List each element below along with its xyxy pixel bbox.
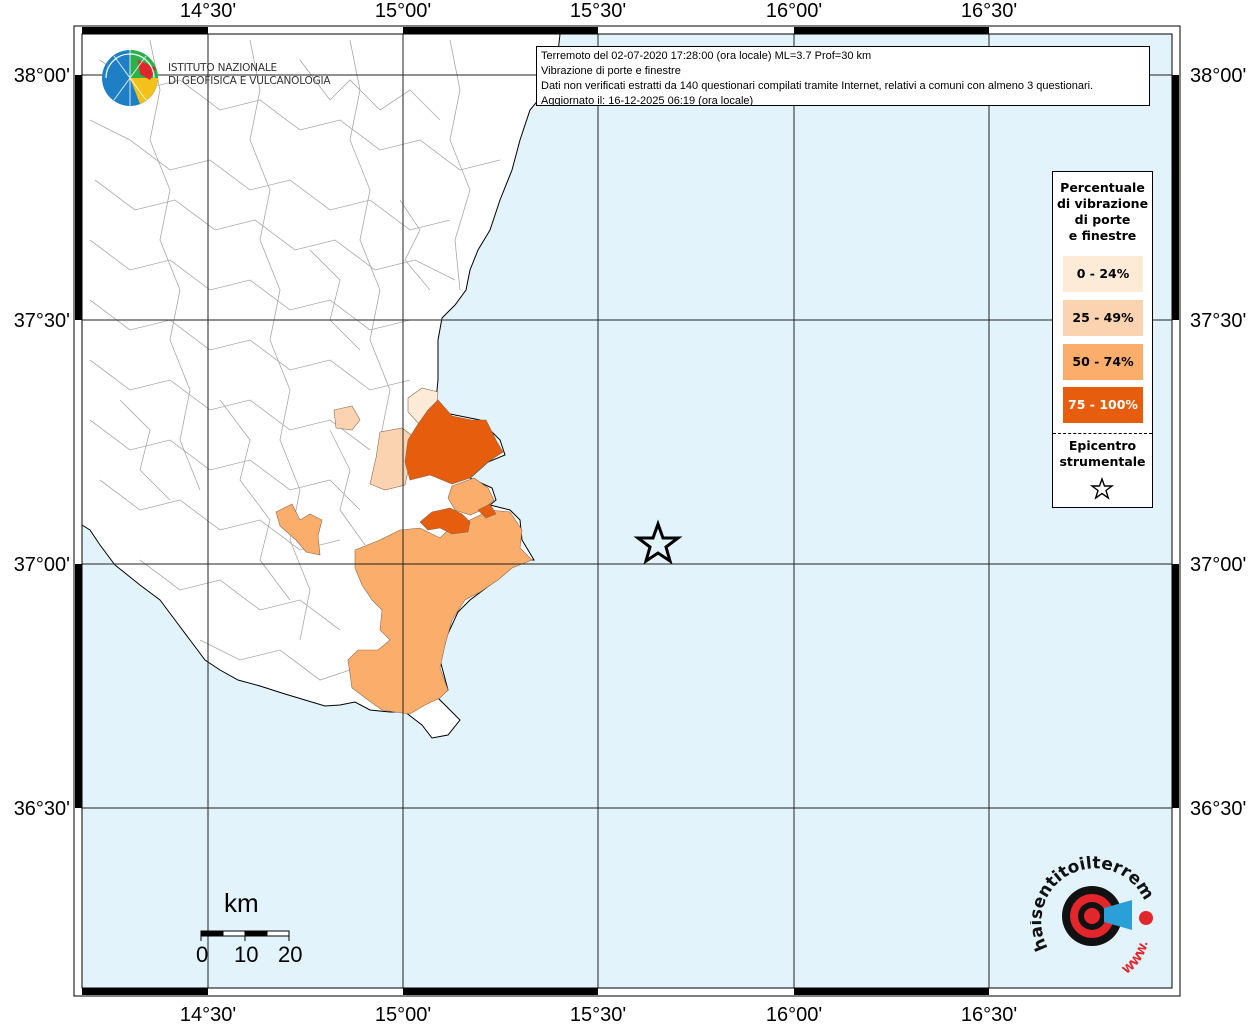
event-subtitle: Vibrazione di porte e finestre <box>541 65 681 77</box>
legend-title-line: e finestre <box>1068 228 1137 243</box>
lon-labels-top: 14°30' 15°00' 15°30' 16°00' 16°30' <box>180 0 1017 22</box>
legend-divider <box>1053 433 1152 434</box>
event-title: Terremoto del 02-07-2020 17:28:00 (ora l… <box>541 50 872 62</box>
legend-epicenter-line: strumentale <box>1059 454 1146 469</box>
legend-epicenter-line: Epicentro <box>1068 438 1137 453</box>
lon-labels-bottom: 14°30' 15°00' 15°30' 16°00' 16°30' <box>180 1004 1017 1024</box>
lat-tick-label: 37°00' <box>1190 554 1246 576</box>
scale-ruler <box>200 930 290 941</box>
lat-tick-label: 38°00' <box>14 65 70 87</box>
lon-tick-label: 14°30' <box>180 1004 236 1024</box>
ingv-logo: ISTITUTO NAZIONALE DI GEOFISICA E VULCAN… <box>100 46 331 110</box>
legend-swatch-0-24: 0 - 24% <box>1063 256 1143 292</box>
lon-tick-label: 15°30' <box>570 0 626 22</box>
legend-swatch-50-74: 50 - 74% <box>1063 344 1143 380</box>
lon-tick-label: 15°00' <box>375 0 431 22</box>
haisentito-www: WWW. <box>1120 940 1151 977</box>
haisentito-logo: haisentitoilterremoto.it WWW. <box>1024 841 1160 986</box>
lon-tick-label: 16°30' <box>961 0 1017 22</box>
legend-title: Percentuale di vibrazione di porte e fin… <box>1053 180 1152 244</box>
legend-title-line: Percentuale <box>1060 180 1145 195</box>
legend-epicenter-label: Epicentro strumentale <box>1053 438 1152 470</box>
haisentito-logo-graphic: haisentitoilterremoto.it WWW. <box>1024 841 1158 977</box>
ingv-name: ISTITUTO NAZIONALE DI GEOFISICA E VULCAN… <box>168 62 331 88</box>
event-info-box: Terremoto del 02-07-2020 17:28:00 (ora l… <box>536 46 1150 106</box>
scale-label: 10 <box>234 942 259 967</box>
lat-labels-left: 38°00' 37°30' 37°00' 36°30' <box>14 65 70 820</box>
lat-tick-label: 37°30' <box>1190 310 1246 332</box>
lat-tick-label: 38°00' <box>1190 65 1246 87</box>
lat-labels-right: 38°00' 37°30' 37°00' 36°30' <box>1190 65 1246 820</box>
legend-swatch-75-100: 75 - 100% <box>1063 387 1143 423</box>
lon-tick-label: 16°00' <box>766 1004 822 1024</box>
lat-tick-label: 37°30' <box>14 310 70 332</box>
lat-tick-label: 37°00' <box>14 554 70 576</box>
legend-star-icon <box>1089 476 1115 500</box>
lat-tick-label: 36°30' <box>14 798 70 820</box>
scale-unit: km <box>224 888 259 918</box>
ingv-name-line: ISTITUTO NAZIONALE <box>168 62 277 74</box>
ingv-name-line: DI GEOFISICA E VULCANOLOGIA <box>168 75 331 87</box>
lon-tick-label: 15°00' <box>375 1004 431 1024</box>
ingv-globe-icon <box>102 50 158 106</box>
event-data-note: Dati non verificati estratti da 140 ques… <box>541 80 1094 92</box>
lon-tick-label: 16°00' <box>766 0 822 22</box>
scale-label: 20 <box>278 942 303 967</box>
legend-swatch-25-49: 25 - 49% <box>1063 300 1143 336</box>
scale-label: 0 <box>196 942 209 967</box>
lon-tick-label: 15°30' <box>570 1004 626 1024</box>
lon-tick-label: 14°30' <box>180 0 236 22</box>
legend-title-line: di vibrazione <box>1056 196 1149 211</box>
legend: Percentuale di vibrazione di porte e fin… <box>1052 171 1153 508</box>
legend-title-line: di porte <box>1074 212 1131 227</box>
lon-tick-label: 16°30' <box>961 1004 1017 1024</box>
scale-bar: km 0 10 20 <box>190 884 310 974</box>
lat-tick-label: 36°30' <box>1190 798 1246 820</box>
event-update-time: Aggiornato il: 16-12-2025 06:19 (ora loc… <box>541 95 754 106</box>
